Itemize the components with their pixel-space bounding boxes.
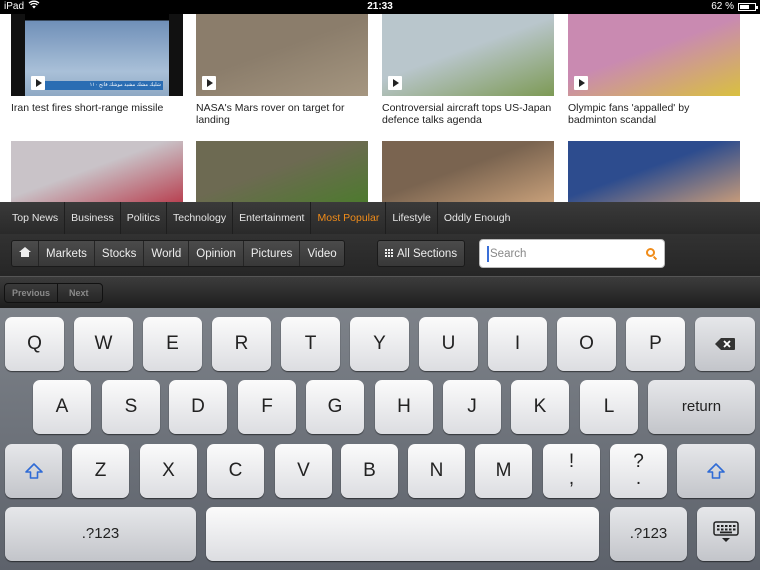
key-z[interactable]: Z [72,444,129,498]
grid-icon [385,249,393,257]
key-r[interactable]: R [212,317,271,371]
key-question[interactable]: ?. [610,444,667,498]
article-title[interactable]: Iran test fires short-range missile [11,102,183,115]
shift-right-key[interactable] [677,444,755,498]
hide-keyboard-icon [713,511,739,565]
play-icon[interactable] [202,76,216,90]
shift-left-key[interactable] [5,444,62,498]
nav-item-business[interactable]: Business [65,202,121,234]
nav-item-oddly-enough[interactable]: Oddly Enough [438,202,517,234]
play-icon[interactable] [388,76,402,90]
key-c[interactable]: C [207,444,264,498]
section-nav: Top News Business Politics Technology Entert… [0,202,760,234]
article-thumbnail[interactable] [382,14,554,96]
nav-item-entertainment[interactable]: Entertainment [233,202,312,234]
play-icon[interactable] [31,76,45,90]
article-thumbnail[interactable] [382,141,554,202]
article-grid: ‫شليك مشك مشيد موشك فاتح ١١٠‬ Iran test f… [0,14,760,202]
form-assistant-bar: Previous Next [0,276,760,308]
delete-key[interactable] [695,317,755,371]
play-icon[interactable] [574,76,588,90]
nav-item-top-news[interactable]: Top News [6,202,66,234]
key-exclamation[interactable]: !, [543,444,600,498]
key-t[interactable]: T [281,317,340,371]
key-o[interactable]: O [557,317,616,371]
key-question-bottom: . [635,468,642,489]
key-m[interactable]: M [475,444,532,498]
search-icon[interactable] [646,248,655,257]
battery-percent: 62 % [711,1,734,12]
return-key[interactable]: return [648,380,755,434]
article-thumbnail[interactable]: ‫شليك مشك مشيد موشك فاتح ١١٠‬ [11,14,183,96]
nav-item-lifestyle[interactable]: Lifestyle [386,202,438,234]
space-key[interactable] [206,507,599,561]
channel-stocks[interactable]: Stocks [95,241,145,266]
next-button[interactable]: Next [58,284,102,302]
key-y[interactable]: Y [350,317,409,371]
clock: 21:33 [367,1,393,12]
video-overlay-caption: ‫شليك مشك مشيد موشك فاتح ١١٠‬ [45,81,163,90]
all-sections-button[interactable]: All Sections [378,241,464,266]
numbers-key-left[interactable]: .?123 [5,507,196,561]
status-bar: iPad 21:33 62 % [0,0,760,14]
key-e[interactable]: E [143,317,202,371]
key-b[interactable]: B [341,444,398,498]
nav-item-politics[interactable]: Politics [121,202,167,234]
key-s[interactable]: S [102,380,160,434]
hide-keyboard-key[interactable] [697,507,755,561]
key-w[interactable]: W [74,317,133,371]
key-u[interactable]: U [419,317,478,371]
key-n[interactable]: N [408,444,465,498]
search-input[interactable] [487,246,637,262]
battery-icon [738,3,758,11]
article-title[interactable]: Controversial aircraft tops US-Japan def… [382,102,554,126]
key-h[interactable]: H [375,380,433,434]
key-exclamation-bottom: , [568,468,575,489]
prev-next-segment: Previous Next [4,283,103,303]
key-p[interactable]: P [626,317,685,371]
article-thumbnail[interactable] [196,14,368,96]
channel-world[interactable]: World [144,241,190,266]
home-button[interactable] [12,241,39,266]
channel-markets[interactable]: Markets [39,241,95,266]
key-q[interactable]: Q [5,317,64,371]
key-l[interactable]: L [580,380,638,434]
key-x[interactable]: X [140,444,197,498]
nav-item-technology[interactable]: Technology [167,202,234,234]
key-g[interactable]: G [306,380,364,434]
search-box[interactable] [479,239,665,268]
key-v[interactable]: V [275,444,332,498]
battery-fill [740,5,749,9]
article-thumbnail[interactable] [196,141,368,202]
article-thumbnail[interactable] [11,141,183,202]
all-sections-segment: All Sections [377,240,466,267]
previous-button[interactable]: Previous [5,284,59,302]
all-sections-label: All Sections [397,248,458,260]
nav-item-most-popular[interactable]: Most Popular [311,202,387,234]
channel-video[interactable]: Video [300,241,343,266]
channel-segment: Markets Stocks World Opinion Pictures Video [11,240,345,267]
article-title[interactable]: Olympic fans 'appalled' by badminton sca… [568,102,740,126]
key-f[interactable]: F [238,380,296,434]
channel-pictures[interactable]: Pictures [244,241,301,266]
article-thumbnail[interactable] [568,141,740,202]
home-icon [19,247,31,258]
channel-opinion[interactable]: Opinion [189,241,244,266]
article-title[interactable]: NASA's Mars rover on target for landing [196,102,368,126]
keyboard: Q W E R T Y U I O P A S D F G H J K Lreturn Z X C V B N M!,?. .?12… [0,308,760,570]
key-j[interactable]: J [443,380,501,434]
key-k[interactable]: K [511,380,569,434]
key-d[interactable]: D [169,380,227,434]
numbers-key-right[interactable]: .?123 [610,507,687,561]
shift-icon [24,463,43,479]
key-a[interactable]: A [33,380,91,434]
shift-icon [707,463,725,479]
sub-toolbar: Markets Stocks World Opinion Pictures Video A… [0,234,760,276]
article-thumbnail[interactable] [568,14,740,96]
key-i[interactable]: I [488,317,547,371]
backspace-icon [714,319,736,373]
